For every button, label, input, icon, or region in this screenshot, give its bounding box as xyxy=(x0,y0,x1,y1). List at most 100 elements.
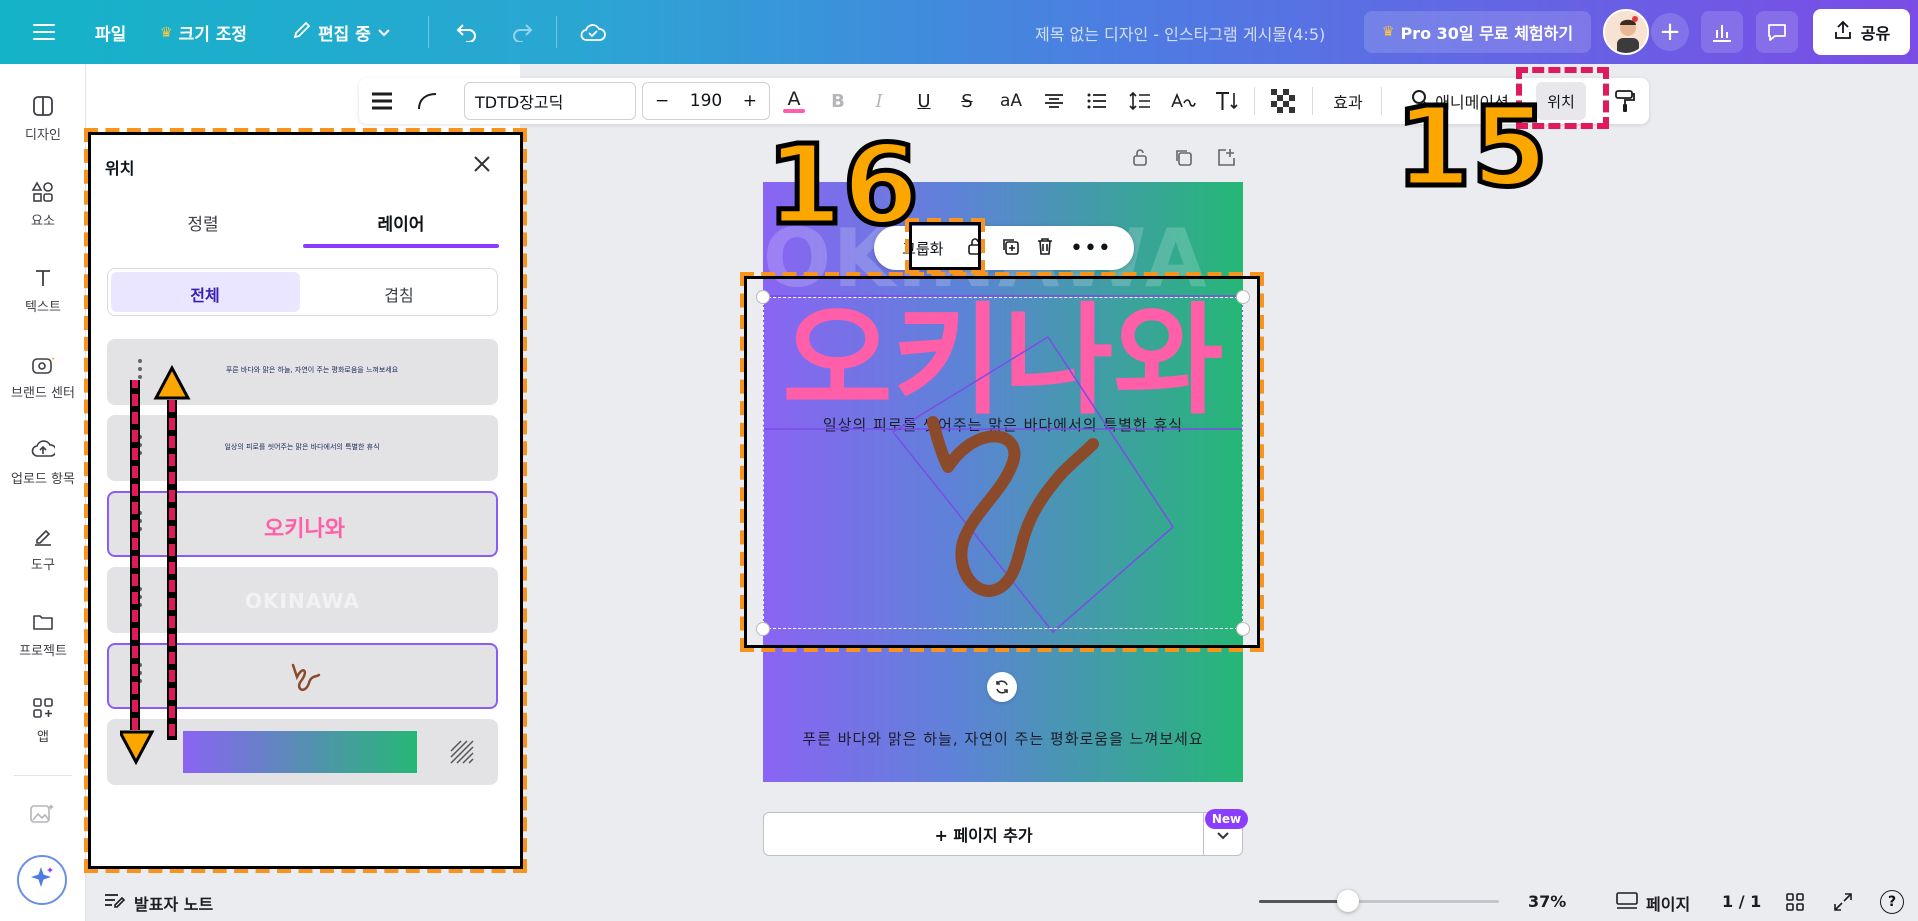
increase-size-button[interactable]: + xyxy=(743,91,757,111)
rail-item-projects[interactable]: 프로젝트 xyxy=(0,608,86,659)
tools-icon xyxy=(29,522,57,550)
font-size-input[interactable]: 190 xyxy=(690,91,722,111)
avatar[interactable] xyxy=(1603,9,1649,55)
editing-mode-dropdown[interactable]: 편집 중 xyxy=(292,20,391,45)
resize-button[interactable]: ♛ 크기 조정 xyxy=(160,20,248,46)
upload-icon xyxy=(1833,20,1853,44)
chevron-down-icon xyxy=(377,23,391,43)
zoom-level[interactable]: 37% xyxy=(1528,892,1566,911)
crown-icon: ♛ xyxy=(160,24,173,41)
rail-item-brand[interactable]: 브랜드 센터 xyxy=(0,350,86,401)
rail-label: 프로젝트 xyxy=(19,644,67,659)
trash-icon[interactable] xyxy=(1036,236,1054,260)
lock-page-icon[interactable] xyxy=(1130,147,1150,172)
elements-icon xyxy=(29,178,57,206)
rail-label: 도구 xyxy=(31,558,55,573)
share-button[interactable]: 공유 xyxy=(1813,9,1910,55)
italic-icon[interactable]: I xyxy=(867,78,891,124)
pages-icon xyxy=(1616,892,1638,914)
rail-label: 브랜드 센터 xyxy=(11,386,75,401)
cloud-save-icon[interactable] xyxy=(575,14,611,50)
spacing-icon[interactable] xyxy=(1126,78,1154,124)
new-badge: New xyxy=(1205,809,1248,829)
upload-icon xyxy=(29,436,57,464)
apps-icon xyxy=(29,694,57,722)
divider xyxy=(1254,87,1255,115)
design-icon xyxy=(29,92,57,120)
font-size-stepper[interactable]: − 190 + xyxy=(642,82,770,120)
page-count: 1 / 1 xyxy=(1722,892,1762,911)
comments-button[interactable] xyxy=(1756,11,1798,53)
bold-icon[interactable]: B xyxy=(826,78,850,124)
magic-assistant-button[interactable] xyxy=(17,855,67,905)
font-family-select[interactable]: TDTD장고딕 xyxy=(464,82,636,120)
letter-case-icon[interactable]: aA xyxy=(996,78,1026,124)
add-collaborator-icon[interactable]: + xyxy=(1651,13,1689,51)
insights-button[interactable] xyxy=(1701,11,1743,53)
file-menu[interactable]: 파일 xyxy=(95,20,126,45)
speaker-notes-button[interactable]: 발표자 노트 xyxy=(104,891,213,915)
effects-button[interactable]: 효과 xyxy=(1326,78,1370,124)
footer-text[interactable]: 푸른 바다와 맑은 하늘, 자연이 주는 평화로움을 느껴보세요 xyxy=(763,728,1243,749)
sparkle-icon xyxy=(29,865,55,895)
text-style-icon[interactable] xyxy=(1168,78,1198,124)
zoom-slider-fill xyxy=(1259,900,1348,903)
rail-label: 업로드 항목 xyxy=(11,472,75,487)
rail-item-text[interactable]: 텍스트 xyxy=(0,264,86,315)
brand-icon xyxy=(29,350,57,378)
undo-icon[interactable] xyxy=(450,14,484,50)
strikethrough-icon[interactable]: S xyxy=(955,78,979,124)
add-page-button[interactable]: + 페이지 추가 xyxy=(764,822,1203,846)
add-page-bar: + 페이지 추가 xyxy=(763,812,1243,856)
curve-text-icon[interactable] xyxy=(410,78,444,124)
reorder-arrow-overlay xyxy=(120,364,191,766)
divider xyxy=(14,775,72,776)
decrease-size-button[interactable]: − xyxy=(655,91,669,111)
pro-trial-label: Pro 30일 무료 체험하기 xyxy=(1400,24,1574,43)
grid-view-icon[interactable] xyxy=(1785,892,1805,916)
text-color-icon: A xyxy=(787,87,801,110)
notes-icon xyxy=(104,892,126,914)
pages-label: 페이지 xyxy=(1646,895,1691,914)
align-center-icon[interactable] xyxy=(1040,78,1068,124)
duplicate-icon[interactable] xyxy=(1000,236,1020,260)
notes-label: 발표자 노트 xyxy=(134,895,214,914)
pencil-icon xyxy=(292,20,312,45)
divider xyxy=(1312,87,1313,115)
crown-icon: ♛ xyxy=(1381,24,1395,40)
more-options-icon[interactable]: ••• xyxy=(1070,236,1112,261)
transparency-icon[interactable] xyxy=(1268,78,1298,124)
underline-icon[interactable]: U xyxy=(912,78,936,124)
rail-item-apps[interactable]: 앱 xyxy=(0,694,86,745)
annotation-selection-highlight xyxy=(740,272,1264,652)
vertical-text-icon[interactable] xyxy=(1212,78,1242,124)
fullscreen-icon[interactable] xyxy=(1833,892,1853,916)
resize-label: 크기 조정 xyxy=(178,25,248,45)
rail-item-design[interactable]: 디자인 xyxy=(0,92,86,143)
redo-icon[interactable] xyxy=(505,14,539,50)
rail-label: 텍스트 xyxy=(25,300,61,315)
step-number-15: 15 xyxy=(1392,83,1550,211)
rotate-handle-icon[interactable] xyxy=(987,672,1017,702)
rail-item-elements[interactable]: 요소 xyxy=(0,178,86,229)
rail-label: 디자인 xyxy=(25,128,61,143)
divider xyxy=(556,16,557,48)
document-title[interactable]: 제목 없는 디자인 - 인스타그램 게시물(4:5) xyxy=(1035,21,1325,45)
line-spacing-menu-icon[interactable] xyxy=(368,78,396,124)
rail-label: 앱 xyxy=(37,730,49,745)
pro-trial-button[interactable]: ♛ Pro 30일 무료 체험하기 xyxy=(1364,11,1591,53)
add-page-icon[interactable] xyxy=(1216,147,1236,172)
pages-button[interactable]: 페이지 xyxy=(1616,891,1690,915)
rail-item-tools[interactable]: 도구 xyxy=(0,522,86,573)
step-number-16: 16 xyxy=(763,121,921,249)
zoom-slider-thumb[interactable] xyxy=(1336,890,1359,912)
rail-item-uploads[interactable]: 업로드 항목 xyxy=(0,436,86,487)
menu-icon[interactable] xyxy=(28,14,60,50)
image-magic-icon[interactable] xyxy=(29,802,55,830)
divider xyxy=(428,16,429,48)
list-icon[interactable] xyxy=(1083,78,1111,124)
duplicate-page-icon[interactable] xyxy=(1173,147,1193,172)
text-color-button[interactable]: A xyxy=(780,78,808,124)
help-icon[interactable]: ? xyxy=(1880,890,1904,914)
paint-format-icon[interactable] xyxy=(1610,78,1640,124)
